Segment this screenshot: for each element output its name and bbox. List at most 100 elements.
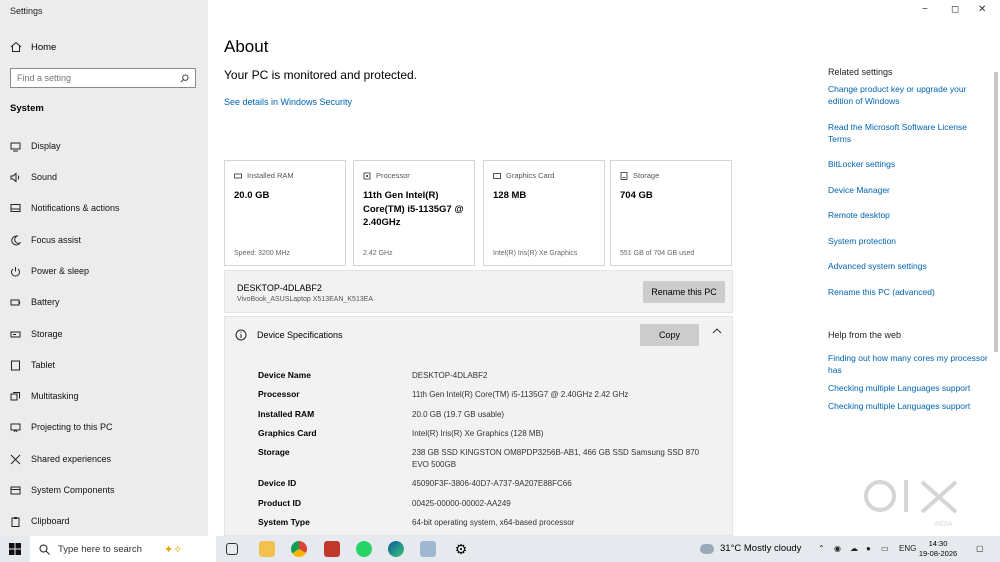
- storage-icon: [10, 331, 21, 337]
- cloud-icon: [700, 543, 714, 554]
- components-icon: [10, 486, 21, 494]
- power-icon: [11, 266, 20, 277]
- card-subtitle: Speed: 3200 MHz: [234, 250, 291, 257]
- security-details-link[interactable]: See details in Windows Security: [224, 97, 352, 107]
- ram-card: Installed RAM 20.0 GB Speed: 3200 MHz: [224, 160, 346, 266]
- settings-icon[interactable]: ⚙: [453, 541, 469, 557]
- remote-desktop-link[interactable]: Remote desktop: [828, 209, 988, 221]
- sidebar-item-label: Multitasking: [31, 391, 79, 401]
- mic-icon[interactable]: ●: [866, 544, 871, 553]
- sidebar-item-power[interactable]: Power & sleep: [10, 264, 89, 278]
- help-link-languages[interactable]: Checking multiple Languages support: [828, 382, 988, 394]
- sidebar-item-projecting[interactable]: Projecting to this PC: [10, 420, 113, 434]
- spec-value: 11th Gen Intel(R) Core(TM) i5-1135G7 @ 2…: [412, 390, 629, 399]
- graphics-icon: [493, 172, 501, 179]
- copy-button[interactable]: Copy: [640, 324, 699, 346]
- app-icon[interactable]: [324, 541, 340, 557]
- network-icon[interactable]: ◉: [834, 544, 841, 553]
- card-value: 128 MB: [493, 190, 527, 201]
- help-heading: Help from the web: [828, 330, 902, 340]
- onedrive-icon[interactable]: ☁: [850, 544, 858, 553]
- sidebar-item-notifications[interactable]: Notifications & actions: [10, 201, 120, 215]
- clipboard-icon: [11, 516, 20, 527]
- spec-title: Device Specifications: [257, 330, 343, 340]
- spec-value: 45090F3F-3806-40D7-A737-9A207E88FC66: [412, 479, 572, 488]
- weather-widget[interactable]: 31°C Mostly cloudy: [700, 543, 801, 554]
- scrollbar[interactable]: [994, 72, 998, 352]
- taskbar: Type here to search ✦✧ ⚙ 31°C Mostly clo…: [0, 536, 1000, 562]
- product-key-link[interactable]: Change product key or upgrade your editi…: [828, 83, 988, 107]
- spec-key: Installed RAM: [258, 409, 315, 419]
- monitor-icon: [10, 142, 21, 151]
- home-nav[interactable]: Home: [10, 41, 56, 53]
- advanced-settings-link[interactable]: Advanced system settings: [828, 260, 988, 272]
- sidebar-item-tablet[interactable]: Tablet: [10, 358, 55, 372]
- multitask-icon: [10, 391, 20, 400]
- help-link-cores[interactable]: Finding out how many cores my processor …: [828, 352, 988, 376]
- device-manager-link[interactable]: Device Manager: [828, 184, 988, 196]
- spec-value: Intel(R) Iris(R) Xe Graphics (128 MB): [412, 429, 544, 438]
- photos-icon[interactable]: [420, 541, 436, 557]
- card-value: 704 GB: [620, 190, 653, 201]
- related-heading: Related settings: [828, 67, 893, 77]
- moon-icon: [11, 234, 21, 245]
- spec-value: 00425-00000-00002-AA249: [412, 499, 511, 508]
- processor-card: Processor 11th Gen Intel(R) Core(TM) i5-…: [353, 160, 475, 266]
- sidebar-item-label: System Components: [31, 485, 115, 495]
- sidebar-item-focus-assist[interactable]: Focus assist: [10, 233, 81, 247]
- system-protection-link[interactable]: System protection: [828, 235, 988, 247]
- card-subtitle: Intel(R) Iris(R) Xe Graphics: [493, 250, 578, 257]
- sidebar: Settings Home System Display Sound Notif…: [0, 0, 208, 536]
- spec-value: DESKTOP-4DLABF2: [412, 371, 488, 380]
- storage-card: Storage 704 GB 551 GB of 704 GB used: [610, 160, 732, 266]
- weather-text: 31°C Mostly cloudy: [720, 543, 802, 554]
- search-icon: [39, 544, 50, 555]
- chevron-up-icon[interactable]: ⌃: [818, 544, 825, 553]
- bitlocker-link[interactable]: BitLocker settings: [828, 158, 988, 170]
- sidebar-item-label: Notifications & actions: [31, 203, 120, 213]
- taskview-icon[interactable]: [226, 543, 238, 555]
- clock[interactable]: 14:30 19-08-2026: [918, 539, 958, 559]
- sidebar-item-label: Projecting to this PC: [31, 422, 113, 432]
- sidebar-item-label: Focus assist: [31, 235, 82, 245]
- battery-icon[interactable]: ▭: [881, 544, 889, 553]
- page-title: About: [224, 37, 269, 56]
- date: 19-08-2026: [918, 549, 958, 558]
- rename-advanced-link[interactable]: Rename this PC (advanced): [828, 286, 988, 298]
- edge-icon[interactable]: [388, 541, 404, 557]
- rename-pc-button[interactable]: Rename this PC: [643, 281, 725, 303]
- main-panel: About Your PC is monitored and protected…: [208, 0, 808, 536]
- chevron-up-icon[interactable]: [712, 326, 722, 336]
- card-subtitle: 551 GB of 704 GB used: [620, 250, 695, 257]
- sidebar-item-display[interactable]: Display: [10, 139, 61, 153]
- sidebar-item-label: Shared experiences: [31, 454, 112, 464]
- home-icon: [10, 41, 22, 52]
- whatsapp-icon[interactable]: [356, 541, 372, 557]
- sidebar-item-shared[interactable]: Shared experiences: [10, 452, 111, 466]
- sidebar-item-clipboard[interactable]: Clipboard: [10, 514, 70, 528]
- memory-icon: [234, 173, 242, 178]
- spec-key: Device ID: [258, 478, 297, 488]
- windows-start-icon[interactable]: [9, 543, 21, 555]
- sparkle-icon: ✦✧: [163, 543, 183, 556]
- setting-search[interactable]: [10, 68, 196, 88]
- language-indicator[interactable]: ENG: [899, 544, 916, 553]
- sidebar-item-storage[interactable]: Storage: [10, 327, 63, 341]
- related-settings-panel: Related settings Change product key or u…: [820, 0, 990, 536]
- license-terms-link[interactable]: Read the Microsoft Software License Term…: [828, 121, 988, 145]
- sidebar-item-components[interactable]: System Components: [10, 483, 115, 497]
- search-input[interactable]: [17, 73, 180, 83]
- notification-icon: [10, 203, 21, 212]
- notification-center-icon[interactable]: ▢: [976, 544, 984, 553]
- card-subtitle: 2.42 GHz: [363, 250, 393, 257]
- taskbar-search[interactable]: Type here to search ✦✧: [30, 536, 216, 562]
- card-value: 20.0 GB: [234, 190, 270, 201]
- file-explorer-icon[interactable]: [259, 541, 275, 557]
- home-label: Home: [31, 41, 57, 53]
- help-link-languages-2[interactable]: Checking multiple Languages support: [828, 400, 988, 412]
- sidebar-item-battery[interactable]: Battery: [10, 295, 60, 309]
- chrome-icon[interactable]: [291, 541, 307, 557]
- sidebar-item-multitasking[interactable]: Multitasking: [10, 389, 79, 403]
- spec-value: 20.0 GB (19.7 GB usable): [412, 410, 505, 419]
- sidebar-item-sound[interactable]: Sound: [10, 170, 57, 184]
